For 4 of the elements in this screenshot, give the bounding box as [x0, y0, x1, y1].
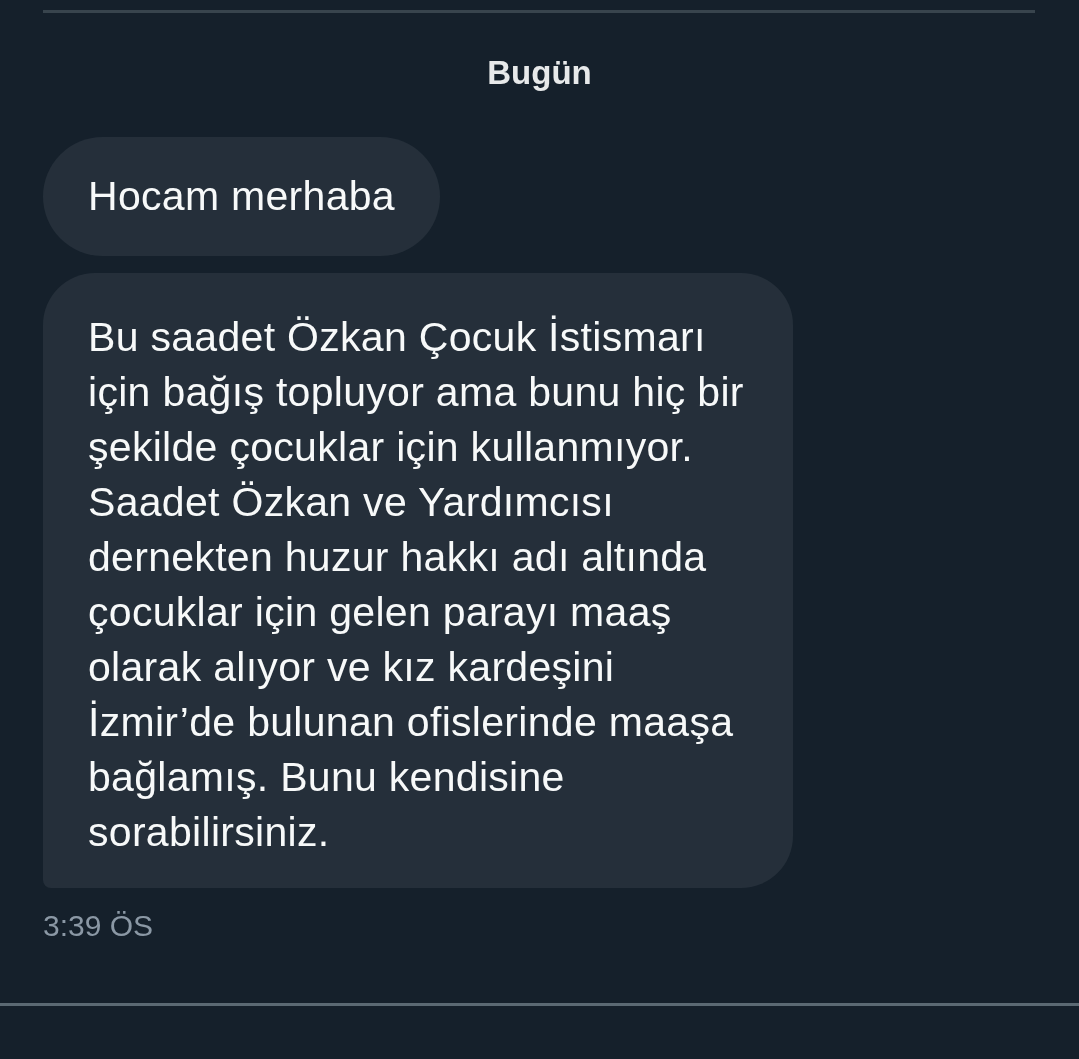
message-bubble: Bu saadet Özkan Çocuk İstismarı için bağış topluyor ama bunu hiç bir şekilde çocuklar için kullanmıyor. Saadet Özkan ve Yardımcısı dernekten huzur hakkı adı altında çocuklar için gelen parayı maaş olarak alıyor ve kız kardeşini İzmir’de bulunan ofislerinde maaşa bağlamış. Bunu kendisine sorabilirsiniz.: [43, 273, 793, 888]
date-header: Bugün: [487, 53, 592, 93]
message-bubble: Hocam merhaba: [43, 137, 440, 256]
message-timestamp: 3:39 ÖS: [43, 908, 154, 944]
